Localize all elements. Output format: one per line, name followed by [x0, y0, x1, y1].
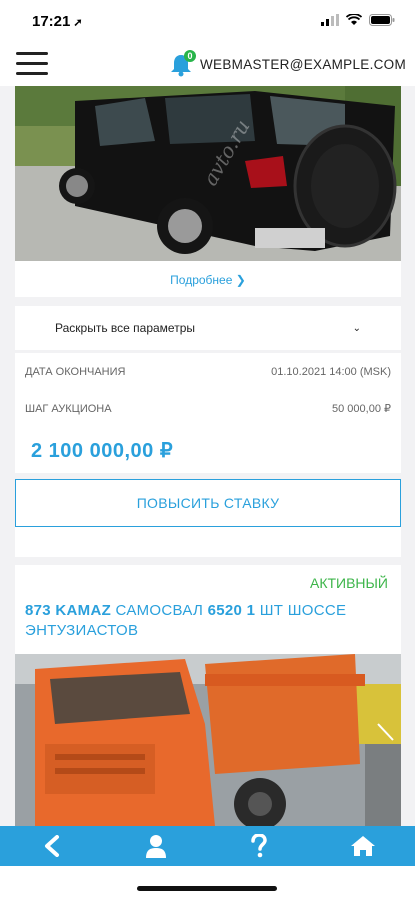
hamburger-menu-button[interactable] — [16, 52, 48, 76]
params-card: Раскрыть все параметры ⌄ — [15, 306, 401, 350]
auction-step-row: ШАГ АУКЦИОНА 50 000,00 ₽ — [15, 390, 401, 427]
end-date-row: ДАТА ОКОНЧАНИЯ 01.10.2021 14:00 (MSK) — [15, 353, 401, 390]
lot-title[interactable]: 873 KAMAZ САМОСВАЛ 6520 1 ШТ ШОССЕ ЭНТУЗ… — [25, 601, 385, 641]
home-icon — [351, 836, 376, 856]
kamaz-photo-image — [15, 654, 401, 826]
user-email[interactable]: WEBMASTER@EXAMPLE.COM — [200, 57, 406, 72]
end-date-label: ДАТА ОКОНЧАНИЯ — [25, 365, 126, 378]
status-bar: 17:21 ➚ — [0, 0, 415, 44]
status-time: 17:21 ➚ — [32, 13, 83, 30]
home-indicator-area — [0, 866, 415, 900]
details-card: Подробнее ❯ — [15, 261, 401, 297]
chevron-down-icon: ⌄ — [352, 322, 361, 334]
auction-step-label: ШАГ АУКЦИОНА — [25, 402, 112, 415]
location-icon: ➚ — [73, 17, 83, 29]
more-details-link[interactable]: Подробнее ❯ — [15, 273, 401, 287]
auction-info-card: ДАТА ОКОНЧАНИЯ 01.10.2021 14:00 (MSK) ША… — [15, 353, 401, 429]
battery-icon — [369, 14, 395, 26]
user-icon — [145, 835, 166, 858]
notification-badge: 0 — [184, 50, 196, 62]
wifi-icon — [346, 14, 362, 25]
suv-photo-image: avto.ru — [15, 86, 401, 261]
back-button[interactable] — [32, 826, 72, 866]
expand-params-toggle[interactable]: Раскрыть все параметры ⌄ — [15, 306, 401, 350]
home-indicator[interactable] — [137, 886, 277, 891]
price-card: 2 100 000,00 ₽ — [15, 429, 401, 473]
lot-photo-kamaz[interactable] — [15, 654, 401, 826]
help-button[interactable] — [239, 826, 279, 866]
signal-icon — [321, 14, 339, 26]
lot-photo-suv[interactable]: avto.ru — [15, 86, 401, 261]
home-button[interactable] — [343, 826, 383, 866]
lot-card-kamaz: АКТИВНЫЙ 873 KAMAZ САМОСВАЛ 6520 1 ШТ ШО… — [15, 565, 401, 654]
bottom-navigation — [0, 826, 415, 866]
profile-button[interactable] — [136, 826, 176, 866]
back-icon — [44, 835, 59, 857]
auction-step-value: 50 000,00 ₽ — [332, 403, 391, 415]
lot-card-footer — [15, 527, 401, 557]
end-date-value: 01.10.2021 14:00 (MSK) — [271, 365, 391, 378]
help-icon — [251, 834, 268, 858]
chevron-right-icon: ❯ — [235, 273, 246, 287]
lot-status-badge: АКТИВНЫЙ — [309, 575, 388, 591]
raise-bid-button[interactable]: ПОВЫСИТЬ СТАВКУ — [15, 479, 401, 527]
current-price: 2 100 000,00 ₽ — [31, 440, 174, 462]
app-header: 0 WEBMASTER@EXAMPLE.COM — [0, 44, 415, 86]
